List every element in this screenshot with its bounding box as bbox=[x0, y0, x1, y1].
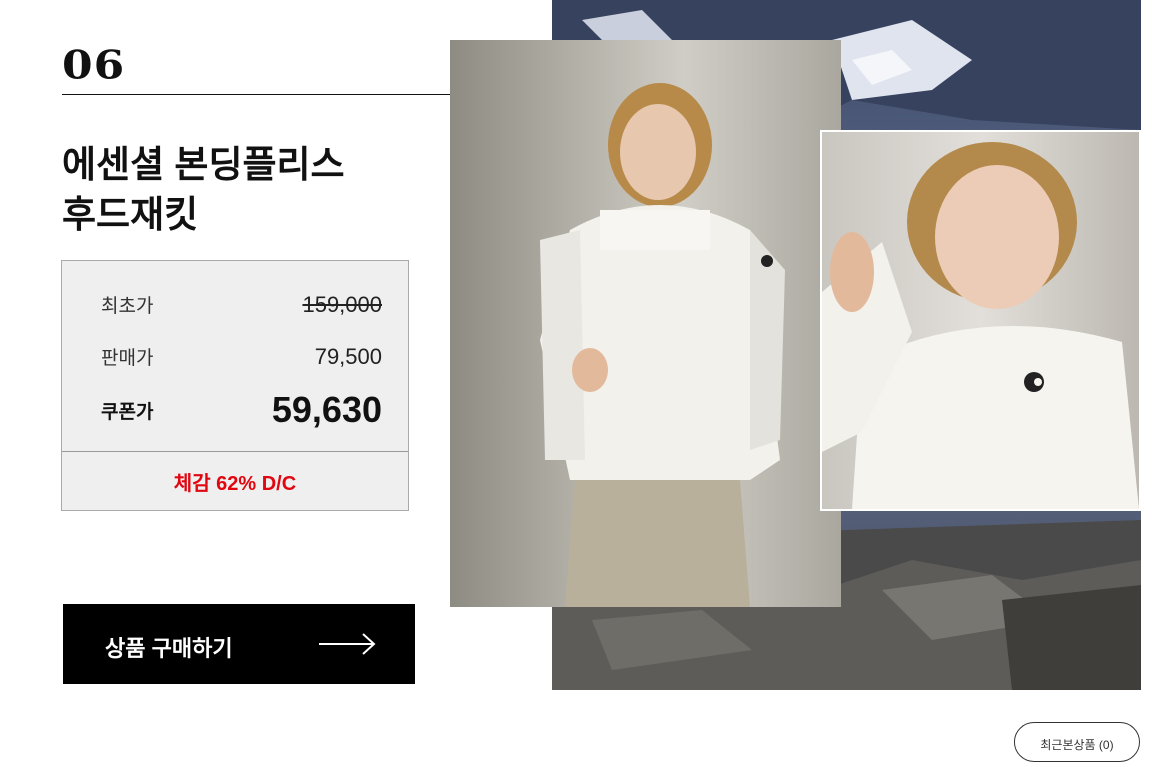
sale-price: 79,500 bbox=[314, 343, 382, 369]
buy-product-label: 상품 구매하기 bbox=[105, 636, 233, 661]
original-price: 159,000 bbox=[302, 291, 382, 317]
buy-product-button[interactable]: 상품 구매하기 bbox=[63, 604, 415, 684]
model-full-body-image bbox=[450, 40, 841, 607]
original-price-row: 최초가 159,000 bbox=[101, 291, 382, 318]
coupon-price-label: 쿠폰가 bbox=[101, 401, 154, 423]
coupon-price: 59,630 bbox=[271, 389, 382, 430]
coupon-price-row: 쿠폰가 59,630 bbox=[101, 389, 382, 431]
model-closeup-image bbox=[820, 130, 1141, 511]
sale-price-row: 판매가 79,500 bbox=[101, 343, 382, 370]
product-number: 06 bbox=[62, 42, 126, 89]
price-box: 최초가 159,000 판매가 79,500 쿠폰가 59,630 체감 62%… bbox=[61, 260, 409, 511]
product-title-line1: 에센셜 본딩플리스 bbox=[62, 144, 345, 185]
arrow-right-icon bbox=[319, 633, 376, 655]
header-divider bbox=[62, 94, 452, 95]
sale-price-label: 판매가 bbox=[101, 348, 154, 369]
product-title: 에센셜 본딩플리스 후드재킷 bbox=[62, 140, 442, 240]
recent-viewed-button[interactable]: 최근본상품 (0) bbox=[1014, 722, 1140, 762]
discount-text: 체감 62% D/C bbox=[173, 472, 297, 495]
original-price-label: 최초가 bbox=[101, 296, 154, 317]
product-title-line2: 후드재킷 bbox=[62, 194, 199, 235]
